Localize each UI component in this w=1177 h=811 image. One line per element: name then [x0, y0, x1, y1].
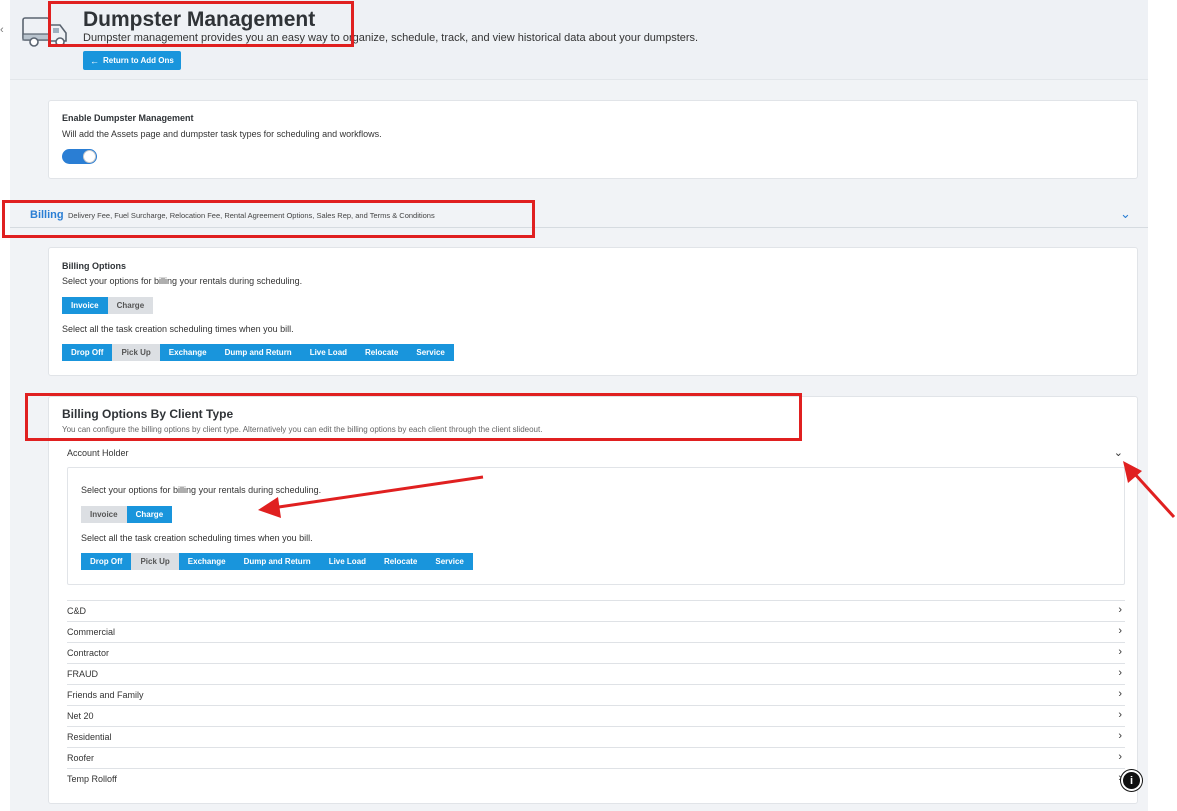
annotation-arrows [258, 461, 1176, 519]
annotation-arrow-left [271, 475, 484, 510]
annotation-arrow-right [1131, 470, 1176, 519]
annotation-arrowhead-left [258, 497, 281, 518]
info-icon[interactable]: i [1121, 770, 1142, 791]
